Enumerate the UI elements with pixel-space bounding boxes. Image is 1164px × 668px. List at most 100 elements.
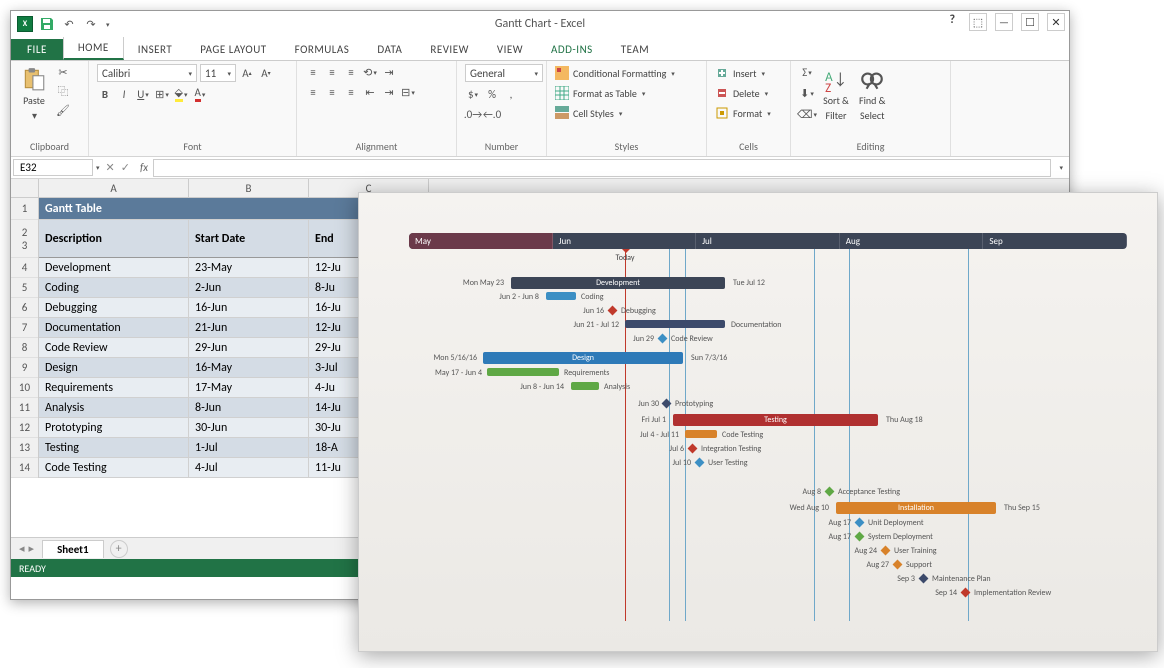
paste-button[interactable]: Paste ▾ bbox=[19, 64, 49, 124]
wrap-text-icon[interactable]: ⇥ bbox=[381, 64, 397, 80]
cell[interactable]: 2-Jun bbox=[189, 278, 309, 298]
cell[interactable]: 1-Jul bbox=[189, 438, 309, 458]
row-header[interactable]: 8 bbox=[11, 338, 38, 358]
increase-decimal-icon[interactable]: .0→ bbox=[465, 106, 481, 122]
select-all-cell[interactable] bbox=[11, 179, 39, 197]
row-header[interactable]: 11 bbox=[11, 398, 38, 418]
cell[interactable]: Code Testing bbox=[39, 458, 189, 478]
decrease-indent-icon[interactable]: ⇤ bbox=[362, 84, 378, 100]
cell[interactable]: Testing bbox=[39, 438, 189, 458]
tab-data[interactable]: DATA bbox=[363, 39, 416, 60]
clear-icon[interactable]: ⌫▾ bbox=[799, 106, 815, 122]
format-as-table-button[interactable]: Format as Table▾ bbox=[555, 84, 645, 102]
tab-home[interactable]: HOME bbox=[63, 37, 124, 60]
row-header[interactable]: 1 bbox=[11, 198, 38, 220]
border-button[interactable]: ⊞▾ bbox=[154, 86, 170, 102]
enter-formula-icon[interactable]: ✓ bbox=[121, 161, 130, 174]
undo-icon[interactable]: ↶ bbox=[61, 16, 77, 32]
shrink-font-icon[interactable]: A▾ bbox=[258, 65, 274, 81]
sheet-next-icon[interactable]: ▸ bbox=[29, 542, 35, 555]
number-format-select[interactable]: General▾ bbox=[465, 64, 543, 82]
minimize-icon[interactable]: — bbox=[995, 13, 1013, 31]
font-size-select[interactable]: 11▾ bbox=[200, 64, 236, 82]
header-start-date[interactable]: Start Date bbox=[189, 220, 309, 258]
percent-format-icon[interactable]: % bbox=[484, 86, 500, 102]
qat-customize-icon[interactable]: ▾ bbox=[106, 20, 110, 29]
cell[interactable]: Documentation bbox=[39, 318, 189, 338]
save-icon[interactable] bbox=[39, 16, 55, 32]
cell[interactable]: 16-May bbox=[189, 358, 309, 378]
cell[interactable]: Code Review bbox=[39, 338, 189, 358]
italic-button[interactable]: I bbox=[116, 86, 132, 102]
header-description[interactable]: Description bbox=[39, 220, 189, 258]
autosum-icon[interactable]: Σ▾ bbox=[799, 64, 815, 80]
align-right-icon[interactable]: ≡ bbox=[343, 84, 359, 100]
formula-input[interactable] bbox=[153, 159, 1051, 177]
row-header[interactable]: 10 bbox=[11, 378, 38, 398]
sort-filter-button[interactable]: AZ Sort & Filter bbox=[821, 64, 851, 124]
comma-format-icon[interactable]: , bbox=[503, 86, 519, 102]
row-header[interactable]: 7 bbox=[11, 318, 38, 338]
sheet-prev-icon[interactable]: ◂ bbox=[19, 542, 25, 555]
cell[interactable]: Analysis bbox=[39, 398, 189, 418]
tab-review[interactable]: REVIEW bbox=[416, 39, 483, 60]
tab-view[interactable]: VIEW bbox=[483, 39, 537, 60]
sheet-tab-sheet1[interactable]: Sheet1 bbox=[42, 540, 104, 558]
row-header[interactable]: 13 bbox=[11, 438, 38, 458]
help-icon[interactable]: ? bbox=[949, 13, 955, 31]
bold-button[interactable]: B bbox=[97, 86, 113, 102]
cell[interactable]: 29-Jun bbox=[189, 338, 309, 358]
accounting-format-icon[interactable]: $▾ bbox=[465, 86, 481, 102]
fill-color-button[interactable]: ⬙▾ bbox=[173, 86, 189, 102]
tab-file[interactable]: FILE bbox=[11, 39, 63, 60]
row-header[interactable]: 6 bbox=[11, 298, 38, 318]
copy-icon[interactable]: ⿻ bbox=[55, 83, 71, 99]
cell[interactable]: 16-Jun bbox=[189, 298, 309, 318]
format-cells-button[interactable]: Format▾ bbox=[715, 104, 771, 122]
align-bottom-icon[interactable]: ≡ bbox=[343, 64, 359, 80]
add-sheet-button[interactable]: + bbox=[110, 540, 128, 558]
merge-center-icon[interactable]: ⊟▾ bbox=[400, 84, 416, 100]
redo-icon[interactable]: ↷ bbox=[83, 16, 99, 32]
tab-page-layout[interactable]: PAGE LAYOUT bbox=[186, 39, 280, 60]
align-center-icon[interactable]: ≡ bbox=[324, 84, 340, 100]
grow-font-icon[interactable]: A▴ bbox=[239, 65, 255, 81]
cell-styles-button[interactable]: Cell Styles▾ bbox=[555, 104, 622, 122]
tab-insert[interactable]: INSERT bbox=[124, 39, 187, 60]
fx-icon[interactable]: fx bbox=[136, 161, 152, 174]
cell[interactable]: Debugging bbox=[39, 298, 189, 318]
tab-team[interactable]: TEAM bbox=[607, 39, 663, 60]
font-family-select[interactable]: Calibri▾ bbox=[97, 64, 197, 82]
cell[interactable]: 4-Jul bbox=[189, 458, 309, 478]
ribbon-display-icon[interactable]: ⬚ bbox=[969, 13, 987, 31]
row-header[interactable]: 9 bbox=[11, 358, 38, 378]
delete-cells-button[interactable]: Delete▾ bbox=[715, 84, 768, 102]
find-select-button[interactable]: Find & Select bbox=[857, 64, 887, 124]
font-color-button[interactable]: A▾ bbox=[192, 86, 208, 102]
tab-add-ins[interactable]: ADD-INS bbox=[537, 39, 607, 60]
row-header[interactable]: 14 bbox=[11, 458, 38, 478]
row-header[interactable]: 23 bbox=[11, 220, 38, 258]
expand-formula-bar-icon[interactable]: ▾ bbox=[1053, 163, 1069, 172]
close-icon[interactable]: ✕ bbox=[1047, 13, 1065, 31]
tab-formulas[interactable]: FORMULAS bbox=[281, 39, 364, 60]
align-left-icon[interactable]: ≡ bbox=[305, 84, 321, 100]
cell[interactable]: Design bbox=[39, 358, 189, 378]
align-top-icon[interactable]: ≡ bbox=[305, 64, 321, 80]
row-header[interactable]: 5 bbox=[11, 278, 38, 298]
align-middle-icon[interactable]: ≡ bbox=[324, 64, 340, 80]
name-box[interactable]: E32 bbox=[13, 159, 93, 176]
cell[interactable]: Prototyping bbox=[39, 418, 189, 438]
col-header-b[interactable]: B bbox=[189, 179, 309, 197]
maximize-icon[interactable]: ☐ bbox=[1021, 13, 1039, 31]
underline-button[interactable]: U▾ bbox=[135, 86, 151, 102]
cancel-formula-icon[interactable]: ✕ bbox=[106, 161, 115, 174]
col-header-a[interactable]: A bbox=[39, 179, 189, 197]
cell[interactable]: 30-Jun bbox=[189, 418, 309, 438]
cell[interactable]: Coding bbox=[39, 278, 189, 298]
orientation-icon[interactable]: ⟲▾ bbox=[362, 64, 378, 80]
cell[interactable]: 21-Jun bbox=[189, 318, 309, 338]
cell[interactable]: 17-May bbox=[189, 378, 309, 398]
cell[interactable]: 8-Jun bbox=[189, 398, 309, 418]
conditional-formatting-button[interactable]: Conditional Formatting▾ bbox=[555, 64, 675, 82]
